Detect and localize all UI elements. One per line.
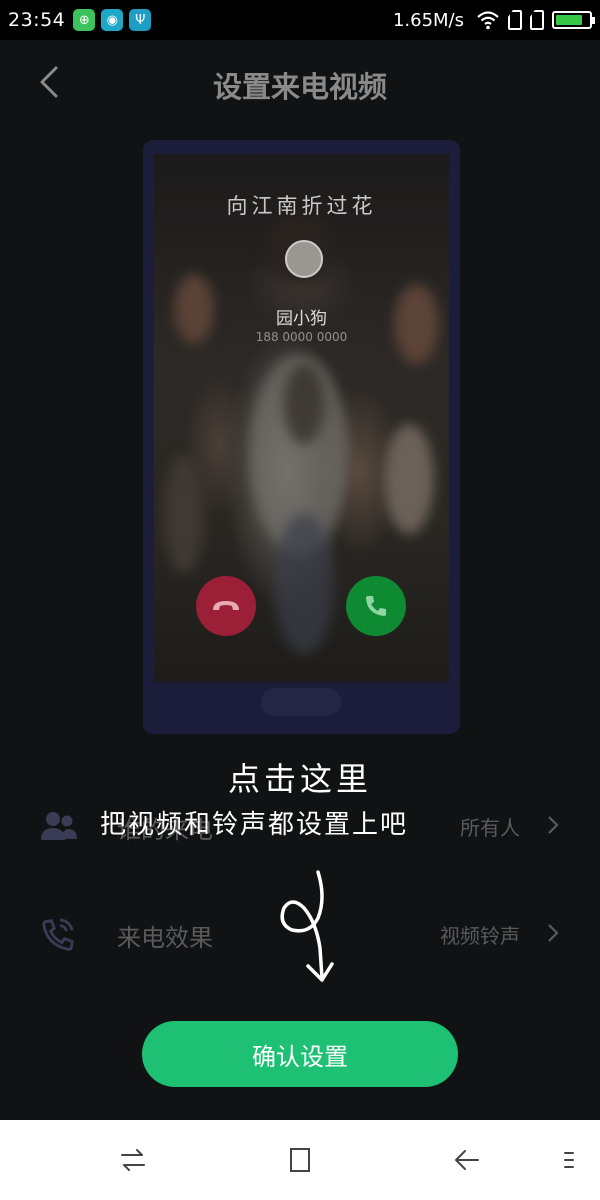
row-label: 来电效果 (117, 924, 213, 952)
home-square-icon[interactable] (285, 1145, 315, 1175)
accept-call-button (346, 576, 406, 636)
phone-answer-icon (366, 596, 386, 616)
hand-drawn-arrow-icon (280, 870, 334, 982)
header: 设置来电视频 (0, 40, 600, 124)
caller-number: 188 0000 0000 (255, 330, 348, 344)
hint-text-line2: 把视频和铃声都设置上吧 (100, 810, 409, 840)
chevron-right-icon (548, 924, 559, 942)
usb-icon: Ψ (129, 9, 152, 31)
row-value: 视频铃声 (440, 924, 520, 948)
sim2-icon (530, 10, 544, 30)
wifi-icon (477, 11, 499, 30)
hint-text-line1: 点击这里 (227, 760, 372, 798)
status-bar: 23:54 ⊕ ◉ Ψ 1.65M/s (0, 0, 600, 40)
contacts-icon (41, 812, 77, 840)
caller-name: 园小狗 (276, 309, 327, 329)
wechat-pay-icon: ⊕ (73, 9, 96, 31)
hang-up-icon (213, 601, 239, 610)
status-indicators: 1.65M/s (392, 0, 595, 40)
phone-ring-icon (42, 918, 74, 951)
chevron-right-icon (548, 816, 559, 834)
sim1-icon (508, 10, 522, 30)
system-nav-bar (0, 1120, 600, 1200)
network-speed: 1.65M/s (392, 9, 464, 31)
switch-icon[interactable] (118, 1145, 148, 1175)
confirm-settings-button[interactable]: 确认设置 (142, 1021, 458, 1087)
page-title: 设置来电视频 (212, 70, 387, 104)
avatar (285, 240, 323, 278)
notification-icons: ⊕ ◉ Ψ (73, 9, 152, 31)
browser-icon: ◉ (101, 9, 124, 31)
clock: 23:54 (8, 9, 66, 31)
battery-icon (552, 11, 595, 29)
video-title: 向江南折过花 (226, 194, 377, 218)
battery-level (556, 15, 582, 25)
video-preview: 向江南折过花 园小狗 188 0000 0000 (154, 154, 449, 682)
decline-call-button (196, 576, 256, 636)
row-value: 所有人 (460, 816, 520, 840)
menu-icon[interactable] (555, 1145, 585, 1175)
back-arrow-icon[interactable] (452, 1145, 482, 1175)
phone-home-key (261, 688, 341, 716)
phone-preview: 向江南折过花 园小狗 188 0000 0000 (143, 140, 460, 734)
